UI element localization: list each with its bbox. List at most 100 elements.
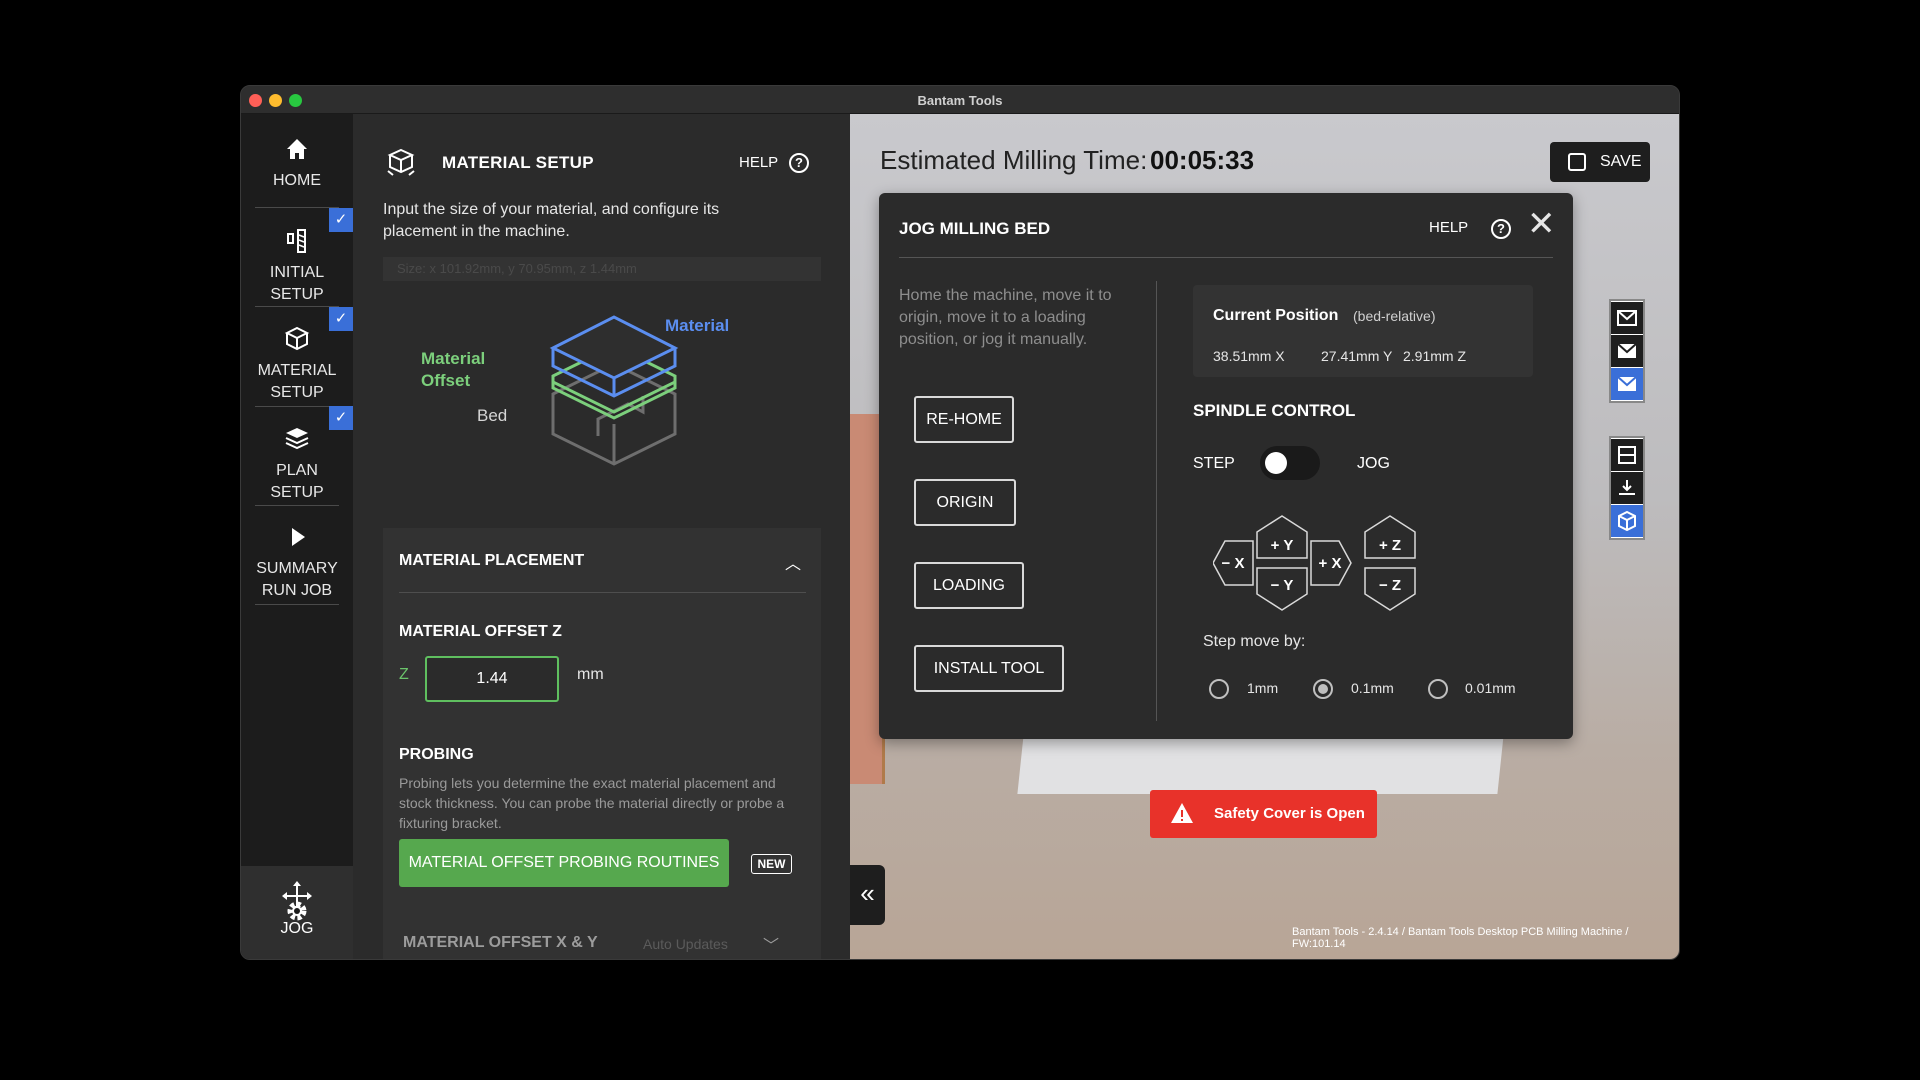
envelope-active-icon xyxy=(1617,376,1637,391)
bed-diagram-label: Bed xyxy=(477,406,507,425)
view-top-button[interactable] xyxy=(1611,302,1643,334)
nav-divider xyxy=(255,604,339,605)
chevron-down-icon[interactable]: ﹀ xyxy=(763,932,779,956)
panel-description: Input the size of your material, and con… xyxy=(383,201,720,240)
nav-label-initial-2: SETUP xyxy=(270,286,324,303)
offset-z-label: MATERIAL OFFSET Z xyxy=(399,623,562,640)
jog-pad: − X + Y − Y + X + Z − Z xyxy=(1213,515,1416,611)
minus-y-button[interactable]: − Y xyxy=(1256,567,1308,611)
step-move-label: Step move by: xyxy=(1203,633,1306,650)
spindle-control-title: SPINDLE CONTROL xyxy=(1193,401,1356,420)
download-button[interactable] xyxy=(1611,472,1643,504)
jog-milling-bed-dialog: JOG MILLING BED HELP ? ✕ Home the machin… xyxy=(879,193,1573,739)
chevron-up-icon[interactable]: ︿ xyxy=(785,550,801,574)
nav-divider xyxy=(255,306,339,307)
step-1mm-radio[interactable] xyxy=(1209,679,1229,699)
offset-xy-status: Auto Updates xyxy=(643,936,728,952)
step-0.01mm-radio[interactable] xyxy=(1428,679,1448,699)
new-badge: NEW xyxy=(751,854,792,874)
plus-z-button[interactable]: + Z xyxy=(1364,515,1416,559)
3d-view-button[interactable] xyxy=(1611,505,1643,537)
loading-button[interactable]: LOADING xyxy=(914,562,1024,609)
layout-button[interactable] xyxy=(1611,439,1643,471)
close-icon[interactable]: ✕ xyxy=(1527,207,1556,241)
material-setup-panel: MATERIAL SETUP HELP ? Input the size of … xyxy=(353,114,850,959)
current-position-subtitle: (bed-relative) xyxy=(1353,308,1436,324)
save-icon xyxy=(1568,153,1586,171)
nav-label-initial: INITIAL xyxy=(269,264,325,281)
nav-item-home[interactable]: HOME xyxy=(241,134,353,192)
minus-z-label: − Z xyxy=(1379,577,1401,594)
unit-label: mm xyxy=(577,666,604,683)
nav-label-plan-2: SETUP xyxy=(270,484,324,501)
material-diagram-label: Material xyxy=(665,316,729,335)
material-setup-check-icon: ✓ xyxy=(329,307,353,331)
view-mid-button[interactable] xyxy=(1611,335,1643,367)
estimated-time-value: 00:05:33 xyxy=(1150,145,1255,175)
position-x: 38.51mm X xyxy=(1213,348,1285,364)
step-0.01mm-label: 0.01mm xyxy=(1465,680,1516,696)
gear-icon[interactable] xyxy=(283,897,311,925)
step-jog-toggle[interactable] xyxy=(1260,446,1320,480)
plan-setup-check-icon: ✓ xyxy=(329,406,353,430)
nav-divider xyxy=(255,505,339,506)
offset-xy-label[interactable]: MATERIAL OFFSET X & Y xyxy=(403,934,598,952)
collapse-panel-button[interactable]: « xyxy=(850,865,885,925)
initial-setup-check-icon: ✓ xyxy=(329,208,353,232)
envelope-filled-icon xyxy=(1617,343,1637,358)
play-icon xyxy=(292,528,305,546)
nav-item-material-setup[interactable]: MATERIAL SETUP xyxy=(241,324,353,404)
nav-item-plan-setup[interactable]: PLAN SETUP xyxy=(241,424,353,504)
jog-help-link[interactable]: HELP xyxy=(1429,219,1468,236)
material-size-summary: Size: x 101.92mm, y 70.95mm, z 1.44mm xyxy=(383,257,821,281)
safety-cover-warning: Safety Cover is Open xyxy=(1150,790,1377,838)
probing-routines-button[interactable]: MATERIAL OFFSET PROBING ROUTINES xyxy=(399,839,729,887)
jog-title: JOG MILLING BED xyxy=(899,219,1051,238)
divider xyxy=(1156,281,1157,721)
position-z: 2.91mm Z xyxy=(1403,348,1467,364)
save-button[interactable]: SAVE xyxy=(1550,142,1650,182)
download-icon xyxy=(1619,480,1635,495)
material-cube-icon xyxy=(284,326,310,351)
minus-x-button[interactable]: − X xyxy=(1213,540,1254,586)
minus-z-button[interactable]: − Z xyxy=(1364,567,1416,611)
nav-item-initial-setup[interactable]: INITIAL SETUP xyxy=(241,226,353,306)
material-placement-section: MATERIAL PLACEMENT ︿ MATERIAL OFFSET Z Z… xyxy=(383,528,821,959)
help-link[interactable]: HELP xyxy=(739,154,778,171)
offset-z-input[interactable]: 1.44 xyxy=(425,656,559,702)
plus-y-button[interactable]: + Y xyxy=(1256,515,1308,559)
title-bar: Bantam Tools xyxy=(241,86,1679,114)
window-title: Bantam Tools xyxy=(917,93,1003,108)
material-diagram: Material Material Offset Bed xyxy=(421,315,729,466)
rehome-button[interactable]: RE-HOME xyxy=(914,396,1014,443)
safety-warning-text: Safety Cover is Open xyxy=(1214,805,1365,822)
step-0.1mm-radio[interactable] xyxy=(1313,679,1333,699)
plus-x-button[interactable]: + X xyxy=(1310,540,1352,586)
nav-label-summary: SUMMARY xyxy=(256,560,338,577)
nav-label-material-2: SETUP xyxy=(270,384,324,401)
divider xyxy=(399,592,806,593)
origin-button[interactable]: ORIGIN xyxy=(914,479,1016,526)
placement-header[interactable]: MATERIAL PLACEMENT xyxy=(399,552,584,570)
minus-y-label: − Y xyxy=(1271,577,1294,594)
envelope-outline-icon xyxy=(1617,310,1637,326)
jog-help-question-icon[interactable]: ? xyxy=(1491,219,1511,239)
view-active-button[interactable] xyxy=(1611,368,1643,400)
panel-title: MATERIAL SETUP xyxy=(442,153,594,172)
nav-label-home: HOME xyxy=(273,172,321,189)
warning-icon xyxy=(1171,803,1193,823)
plus-z-label: + Z xyxy=(1379,537,1401,554)
divider xyxy=(899,257,1553,258)
camera-toggle-group xyxy=(1609,436,1645,540)
nav-label-material: MATERIAL xyxy=(257,362,337,379)
probing-description: Probing lets you determine the exact mat… xyxy=(399,775,785,831)
nav-item-summary-run-job[interactable]: SUMMARY RUN JOB xyxy=(241,522,353,602)
toggle-knob xyxy=(1265,452,1287,474)
save-label: SAVE xyxy=(1600,153,1642,170)
nav-divider xyxy=(255,207,339,208)
jog-mode-label: JOG xyxy=(1357,455,1390,472)
nav-label-summary-2: RUN JOB xyxy=(261,582,333,599)
help-question-icon[interactable]: ? xyxy=(789,153,809,173)
install-tool-button[interactable]: INSTALL TOOL xyxy=(914,645,1064,692)
left-nav: HOME INITIAL SETUP ✓ MATERIAL SETUP ✓ PL… xyxy=(241,114,353,959)
